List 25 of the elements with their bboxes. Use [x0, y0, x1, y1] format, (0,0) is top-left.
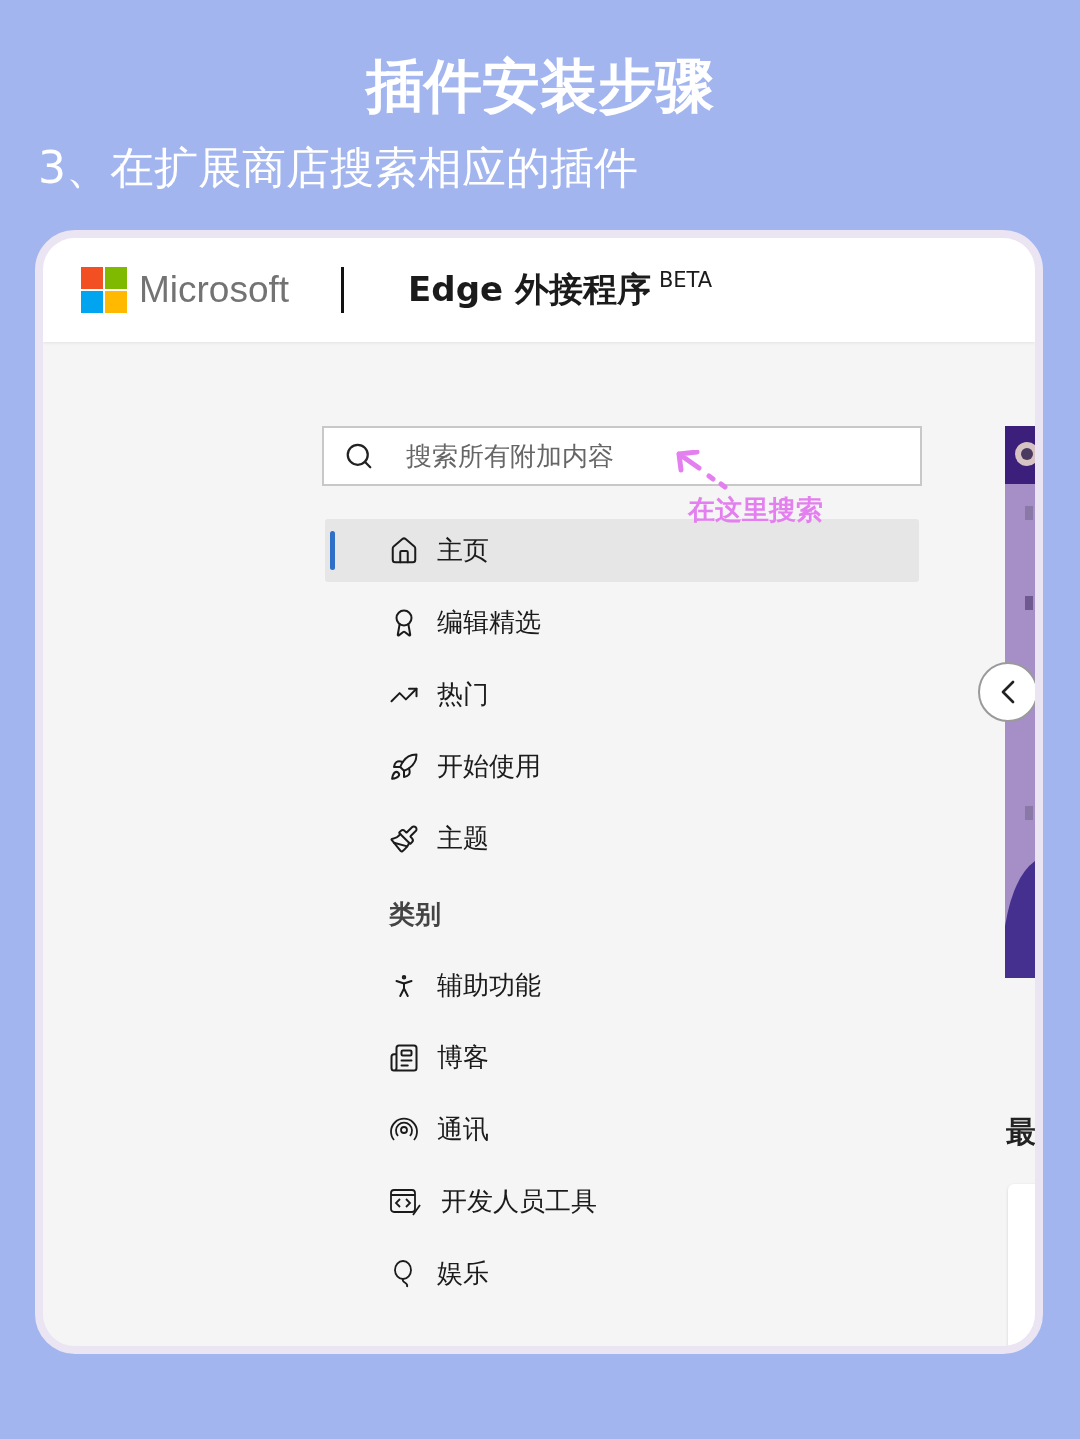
search-icon	[344, 441, 374, 471]
code-window-icon	[389, 1186, 423, 1217]
section-heading: 类别	[389, 898, 442, 931]
previous-button[interactable]	[978, 662, 1035, 722]
category-item[interactable]: 博客	[325, 1026, 919, 1089]
windows-logo-icon	[81, 267, 127, 313]
search-field[interactable]: 搜索所有附加内容	[322, 426, 922, 486]
nav-item[interactable]: 热门	[325, 663, 919, 726]
category-item[interactable]: 通讯	[325, 1098, 919, 1161]
home-icon	[389, 535, 419, 566]
page-title: 插件安装步骤	[364, 51, 715, 122]
product-title[interactable]: Edge 外接程序	[408, 267, 651, 313]
category-item[interactable]: 娱乐	[325, 1242, 919, 1305]
nav-item[interactable]: 主题	[325, 807, 919, 870]
category-item[interactable]: 开发人员工具	[325, 1170, 919, 1233]
nav-item[interactable]: 编辑精选	[325, 591, 919, 654]
section-heading: 最	[1006, 1113, 1035, 1151]
beta-label: BETA	[658, 268, 713, 292]
step-subtitle: 3、在扩展商店搜索相应的插件	[38, 141, 639, 195]
brand-name[interactable]: Microsoft	[139, 269, 290, 311]
brush-icon	[389, 823, 419, 854]
document-icon	[389, 1042, 419, 1073]
nav-item[interactable]: 开始使用	[325, 735, 919, 798]
rocket-icon	[389, 751, 419, 782]
category-item[interactable]: 辅助功能	[325, 954, 919, 1017]
